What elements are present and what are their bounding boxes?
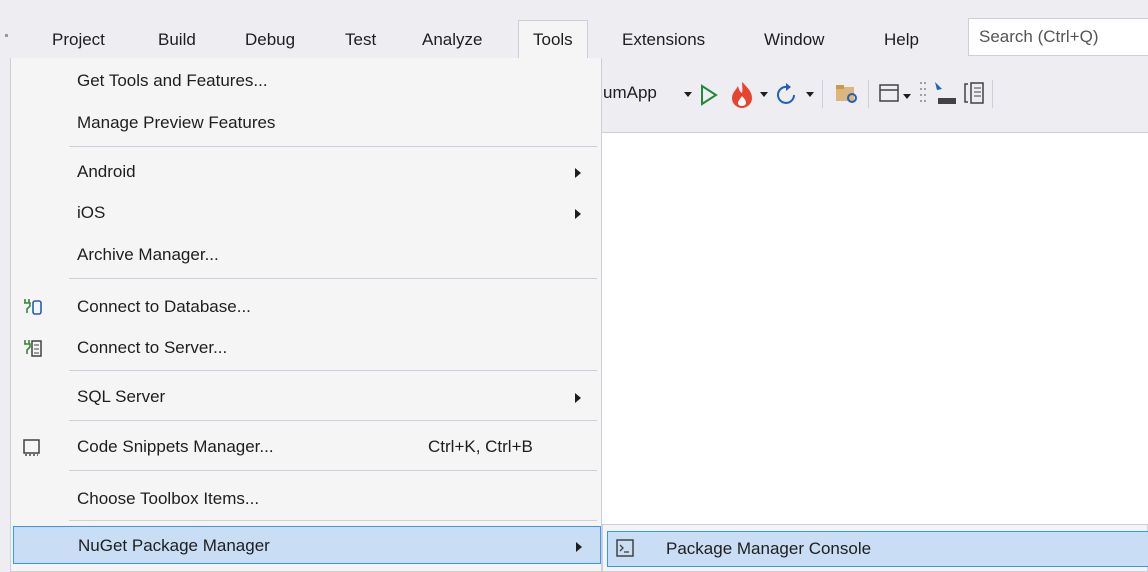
menu-item-label: Connect to Database... (77, 297, 251, 316)
browser-window-icon[interactable] (878, 82, 902, 106)
menu-item-label: Android (77, 162, 136, 181)
browser-dropdown-icon[interactable] (903, 94, 911, 100)
start-debugging-icon[interactable] (700, 84, 718, 106)
menu-item-label: iOS (77, 203, 106, 222)
menu-item-shortcut: Ctrl+K, Ctrl+B (428, 437, 533, 456)
menu-separator (69, 470, 597, 471)
menu-item-label: Get Tools and Features... (77, 71, 268, 90)
bookmark-list-icon[interactable] (962, 80, 986, 108)
menu-item-label: Package Manager Console (666, 539, 872, 558)
menu-extensions[interactable]: Extensions (608, 20, 719, 60)
menu-help[interactable]: Help (870, 20, 933, 60)
menu-item-manage-preview-features[interactable]: Manage Preview Features (11, 104, 601, 142)
menu-item-ios[interactable]: iOS (11, 194, 601, 232)
tools-menu-dropdown: Get Tools and Features... Manage Preview… (10, 58, 602, 572)
menu-item-label: NuGet Package Manager (78, 536, 270, 555)
menu-item-label: Archive Manager... (77, 245, 219, 264)
submenu-arrow-icon (575, 393, 581, 403)
startup-project-label[interactable]: umApp (603, 76, 657, 110)
server-plug-icon (24, 340, 42, 357)
startup-dropdown-icon[interactable] (684, 92, 692, 98)
menu-separator (69, 370, 597, 371)
toolbar-separator (822, 80, 823, 108)
toolbar-grip-icon (920, 82, 926, 102)
submenu-arrow-icon (575, 168, 581, 178)
menu-separator (69, 420, 597, 421)
menu-overflow-mark (5, 34, 8, 37)
menu-bar: Project Build Debug Test Analyze Tools E… (0, 0, 1148, 61)
menu-separator (69, 278, 597, 279)
toolbar-separator (868, 80, 869, 108)
submenu-arrow-icon (576, 542, 582, 552)
toolbar-separator (992, 80, 993, 108)
menu-build[interactable]: Build (144, 20, 210, 60)
code-snippet-icon (23, 439, 40, 456)
menu-item-label: Connect to Server... (77, 338, 228, 357)
editor-area[interactable] (600, 132, 1148, 525)
menu-test[interactable]: Test (331, 20, 390, 60)
hot-reload-icon[interactable] (728, 78, 756, 110)
menu-item-android[interactable]: Android (11, 153, 601, 191)
menu-debug[interactable]: Debug (231, 20, 309, 60)
menu-item-get-tools-and-features[interactable]: Get Tools and Features... (11, 62, 601, 100)
menu-analyze[interactable]: Analyze (408, 20, 496, 60)
nuget-submenu: Package Manager Console (602, 524, 1148, 572)
menu-separator (69, 520, 597, 521)
menu-tools[interactable]: Tools (518, 20, 588, 61)
hot-reload-dropdown-icon[interactable] (760, 92, 768, 98)
open-folder-search-icon[interactable] (834, 82, 860, 106)
menu-item-package-manager-console[interactable]: Package Manager Console (607, 531, 1148, 567)
console-icon (616, 539, 634, 557)
menu-project[interactable]: Project (38, 20, 119, 60)
menu-item-archive-manager[interactable]: Archive Manager... (11, 236, 601, 274)
menu-item-label: Choose Toolbox Items... (77, 489, 260, 508)
menu-item-choose-toolbox-items[interactable]: Choose Toolbox Items... (11, 480, 601, 518)
menu-item-nuget-package-manager[interactable]: NuGet Package Manager (13, 526, 601, 564)
menu-window[interactable]: Window (750, 20, 838, 60)
restart-icon[interactable] (774, 82, 800, 108)
menu-item-label: SQL Server (77, 387, 166, 406)
step-into-icon[interactable] (932, 80, 960, 108)
menu-item-connect-to-database[interactable]: Connect to Database... (11, 288, 601, 326)
menu-item-code-snippets-manager[interactable]: Code Snippets Manager... Ctrl+K, Ctrl+B (11, 428, 601, 466)
menu-item-connect-to-server[interactable]: Connect to Server... (11, 329, 601, 367)
menu-item-sql-server[interactable]: SQL Server (11, 378, 601, 416)
menu-item-label: Manage Preview Features (77, 113, 276, 132)
database-plug-icon (24, 299, 42, 315)
search-input[interactable]: Search (Ctrl+Q) (968, 18, 1148, 56)
menu-item-label: Code Snippets Manager... (77, 437, 274, 456)
submenu-arrow-icon (575, 209, 581, 219)
menu-separator (69, 146, 597, 147)
restart-dropdown-icon[interactable] (806, 92, 814, 98)
